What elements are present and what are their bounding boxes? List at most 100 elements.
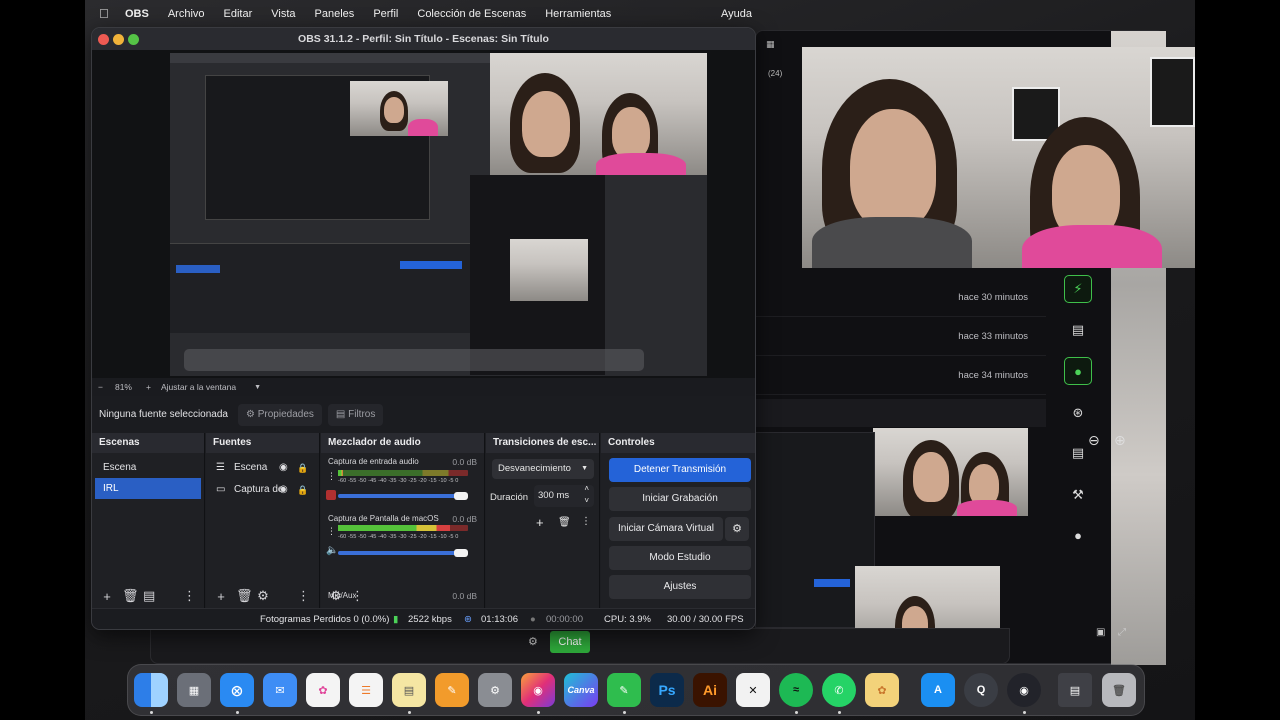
more-icon[interactable]: ⋮	[297, 588, 310, 604]
gear-icon[interactable]: ⚙	[528, 635, 538, 648]
speaker-icon[interactable]: 🔈	[326, 545, 338, 556]
app-store-icon[interactable]: A	[921, 673, 955, 707]
finder-icon[interactable]	[134, 673, 168, 707]
close-icon[interactable]	[98, 34, 109, 45]
chat-icon[interactable]: ●	[1064, 357, 1092, 385]
volume-slider[interactable]	[338, 494, 468, 498]
add-icon[interactable]: +	[101, 589, 113, 604]
whatsapp-icon[interactable]: ✆	[822, 673, 856, 707]
start-recording-button[interactable]: Iniciar Grabación	[609, 487, 751, 511]
monitor-icon: ▭	[216, 484, 226, 495]
fit-window-dropdown[interactable]: Ajustar a la ventana	[161, 382, 236, 392]
settings-button[interactable]: Ajustes	[609, 575, 751, 599]
more-icon[interactable]: ⋮	[581, 516, 591, 527]
trash-icon[interactable]: 🗑	[558, 517, 571, 528]
filters-button[interactable]: ▤ Filtros	[327, 403, 384, 426]
fullscreen-icon[interactable]: ⤢	[1118, 627, 1126, 638]
obs-icon[interactable]: ◉	[1007, 673, 1041, 707]
source-label: Escena	[234, 462, 268, 473]
notes-icon[interactable]: ▤	[392, 673, 426, 707]
source-item[interactable]: ☰ Escena ◉ 🔒	[206, 457, 319, 479]
menu-app-name[interactable]: OBS	[125, 8, 149, 20]
menu-archivo[interactable]: Archivo	[168, 8, 205, 20]
running-indicator	[623, 711, 626, 714]
more-icon[interactable]: ⋮	[327, 471, 336, 482]
illustrator-icon[interactable]: Ai	[693, 673, 727, 707]
eye-icon[interactable]: ◉	[279, 479, 288, 501]
duration-input[interactable]: 300 ms ˄ ˅	[534, 483, 594, 507]
mute-icon[interactable]	[326, 490, 336, 500]
mail-icon[interactable]: ✉	[263, 673, 297, 707]
zoom-out-button[interactable]: −	[98, 382, 103, 392]
add-icon[interactable]: +	[536, 515, 544, 530]
stop-stream-button[interactable]: Detener Transmisión	[609, 458, 751, 482]
menu-paneles[interactable]: Paneles	[315, 8, 355, 20]
menu-editar[interactable]: Editar	[224, 8, 253, 20]
pip-icon[interactable]: ▣	[1096, 627, 1105, 638]
gear-icon[interactable]: ⚙	[330, 588, 342, 604]
trash-icon[interactable]: 🗑	[236, 588, 253, 604]
source-item[interactable]: ▭ Captura de ◉ 🔒	[206, 479, 319, 501]
capcut-icon[interactable]: ✕	[736, 673, 770, 707]
scene-item-selected[interactable]: IRL	[95, 478, 201, 499]
menu-ayuda[interactable]: Ayuda	[721, 8, 752, 20]
users-icon[interactable]: ●	[1064, 521, 1092, 549]
duration-value: 300 ms	[538, 490, 570, 501]
filter-icon[interactable]: ▤	[143, 588, 155, 604]
lock-icon[interactable]: 🔒	[297, 479, 308, 501]
minimize-icon[interactable]	[113, 34, 124, 45]
voice-memos-icon[interactable]: ✎	[607, 673, 641, 707]
lock-icon[interactable]: 🔒	[297, 457, 308, 479]
chat-button[interactable]: Chat	[550, 631, 590, 653]
menu-coleccion-escenas[interactable]: Colección de Escenas	[417, 8, 526, 20]
preview-canvas[interactable]	[92, 50, 755, 378]
volume-knob[interactable]	[454, 549, 468, 557]
photoshop-icon[interactable]: Ps	[650, 673, 684, 707]
document-icon[interactable]: ▤	[1064, 316, 1092, 344]
gear-icon[interactable]: ⚙	[725, 517, 749, 541]
system-settings-icon[interactable]: ⚙	[478, 673, 512, 707]
photos-icon[interactable]: ✿	[306, 673, 340, 707]
properties-button[interactable]: ⚙ Propiedades	[237, 403, 322, 426]
scene-item[interactable]: Escena	[95, 457, 201, 478]
transition-select[interactable]: Desvanecimiento ▼	[492, 459, 594, 479]
eye-icon[interactable]: ◉	[279, 457, 288, 479]
menu-vista[interactable]: Vista	[271, 8, 295, 20]
wrench-icon[interactable]: ⚒	[1064, 481, 1092, 509]
canva-icon[interactable]: Canva	[564, 673, 598, 707]
menu-perfil[interactable]: Perfil	[373, 8, 398, 20]
add-icon[interactable]: +	[215, 589, 227, 604]
zoom-in-icon[interactable]: ⊕	[1114, 432, 1126, 449]
trash-icon[interactable]: 🗑	[122, 588, 139, 604]
volume-knob[interactable]	[454, 492, 468, 500]
maximize-icon[interactable]	[128, 34, 139, 45]
more-icon[interactable]: ⋮	[327, 526, 336, 537]
translate-icon[interactable]: ▦	[766, 39, 775, 50]
zoom-out-icon[interactable]: ⊖	[1088, 432, 1100, 449]
broadcast-icon[interactable]: ⊛	[1064, 399, 1092, 427]
instagram-icon[interactable]: ◉	[521, 673, 555, 707]
more-icon[interactable]: ⋮	[351, 588, 364, 604]
pages-icon[interactable]: ✎	[435, 673, 469, 707]
apple-icon[interactable]: 	[99, 6, 113, 21]
pixelmator-icon[interactable]: ✿	[865, 673, 899, 707]
gear-icon[interactable]: ⚙	[257, 588, 269, 604]
spotify-icon[interactable]: ≈	[779, 673, 813, 707]
more-icon[interactable]: ⋮	[183, 588, 196, 604]
trash-icon[interactable]: 🗑	[1102, 673, 1136, 707]
lightning-icon[interactable]: ⚡	[1064, 275, 1092, 303]
studio-mode-button[interactable]: Modo Estudio	[609, 546, 751, 570]
volume-slider[interactable]	[338, 551, 468, 555]
running-indicator	[236, 711, 239, 714]
menu-herramientas[interactable]: Herramientas	[545, 8, 611, 20]
start-virtual-camera-button[interactable]: Iniciar Cámara Virtual	[609, 517, 723, 541]
launchpad-icon[interactable]: ▦	[177, 673, 211, 707]
quicktime-icon[interactable]: Q	[964, 673, 998, 707]
documents-folder-icon[interactable]: ▤	[1058, 673, 1092, 707]
zoom-in-button[interactable]: +	[146, 382, 151, 392]
safari-icon[interactable]: ⨂	[220, 673, 254, 707]
reminders-icon[interactable]: ☰	[349, 673, 383, 707]
chevron-down-icon[interactable]: ▼	[254, 384, 261, 391]
stepper-icon[interactable]: ˄ ˅	[584, 483, 589, 507]
bitrate: 2522 kbps	[408, 614, 452, 625]
